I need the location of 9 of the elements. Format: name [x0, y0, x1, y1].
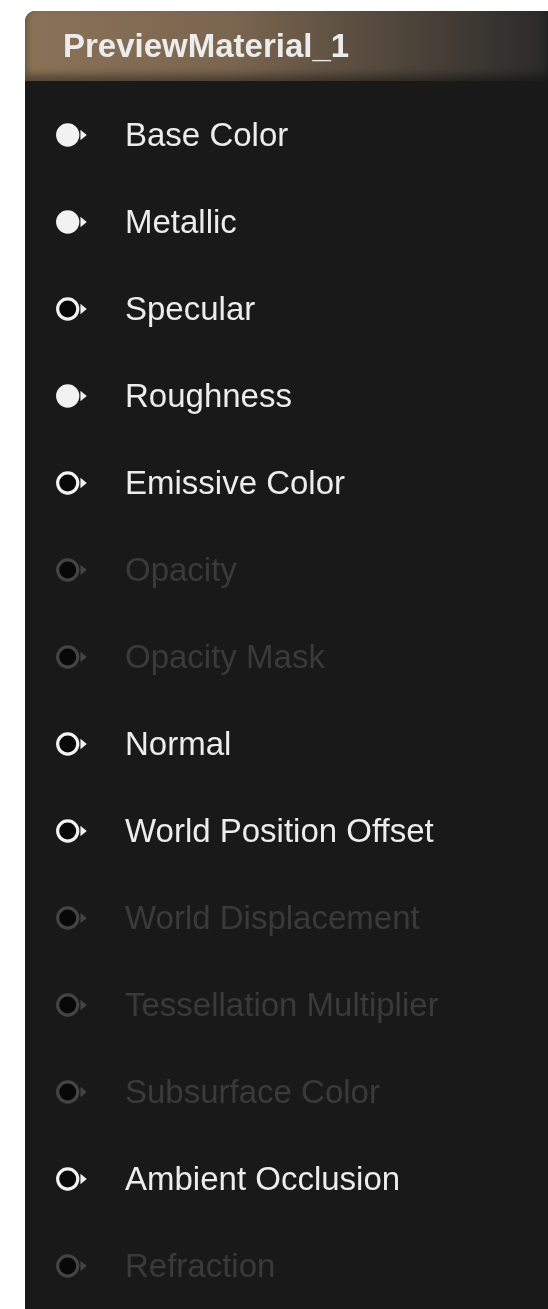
pin-label: Specular [125, 289, 256, 328]
pin-label: Base Color [125, 115, 289, 154]
pin-label: Roughness [125, 376, 292, 415]
pin-label: World Position Offset [125, 811, 434, 850]
node-title: PreviewMaterial_1 [63, 27, 350, 65]
pin-label: Metallic [125, 202, 237, 241]
pin-label: Ambient Occlusion [125, 1159, 401, 1198]
pin-label: Normal [125, 724, 232, 763]
pin-label: Emissive Color [125, 463, 346, 502]
